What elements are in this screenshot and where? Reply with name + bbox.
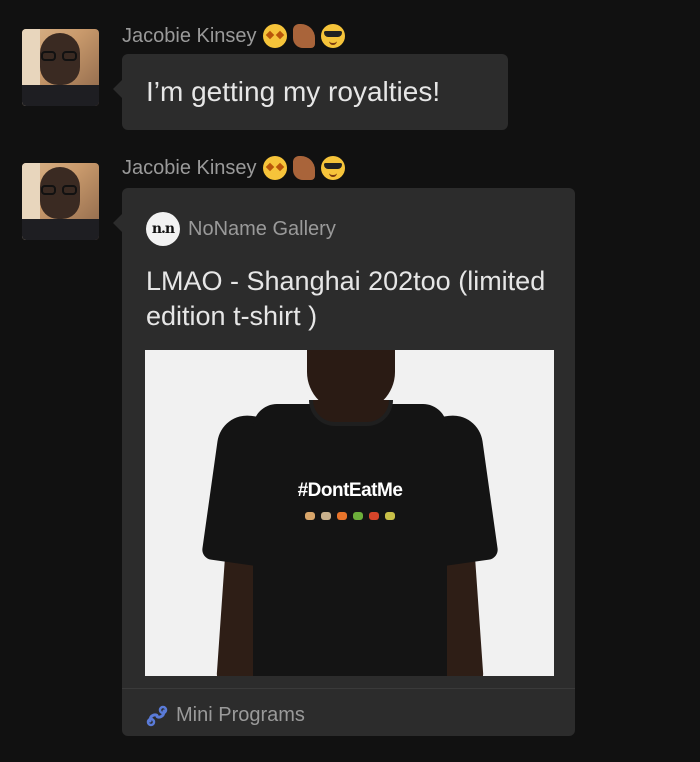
tshirt-print-text: #DontEatMe bbox=[297, 480, 403, 501]
mini-programs-label: Mini Programs bbox=[176, 704, 305, 726]
noname-gallery-logo-icon: n.n bbox=[146, 212, 180, 246]
star-struck-emoji-icon bbox=[262, 24, 287, 48]
avatar[interactable] bbox=[22, 29, 99, 106]
flexed-biceps-emoji-icon bbox=[292, 156, 315, 180]
message-text: I’m getting my royalties! bbox=[146, 76, 441, 107]
card-source: n.n NoName Gallery bbox=[146, 212, 336, 246]
chat-conversation: Jacobie Kinsey I’m getting my royalties!… bbox=[0, 0, 700, 762]
avatar[interactable] bbox=[22, 163, 99, 240]
product-image[interactable]: #DontEatMe bbox=[145, 350, 554, 676]
tshirt-collar bbox=[309, 400, 393, 426]
card-title: LMAO - Shanghai 202too (limited edition … bbox=[146, 266, 546, 331]
sender-name: Jacobie Kinsey bbox=[122, 24, 345, 48]
card-footer[interactable]: Mini Programs bbox=[146, 704, 305, 727]
sender-name-label: Jacobie Kinsey bbox=[122, 24, 257, 47]
sender-name: Jacobie Kinsey bbox=[122, 156, 345, 180]
sunglasses-emoji-icon bbox=[320, 24, 345, 48]
mini-program-card[interactable]: n.n NoName Gallery LMAO - Shanghai 202to… bbox=[113, 188, 575, 736]
tshirt bbox=[253, 404, 447, 676]
flexed-biceps-emoji-icon bbox=[292, 24, 315, 48]
star-struck-emoji-icon bbox=[262, 156, 287, 180]
message-bubble[interactable]: I’m getting my royalties! bbox=[113, 54, 508, 130]
sender-name-label: Jacobie Kinsey bbox=[122, 156, 257, 179]
card-source-name: NoName Gallery bbox=[188, 217, 336, 240]
sunglasses-emoji-icon bbox=[320, 156, 345, 180]
tshirt-print-food-icons bbox=[305, 512, 395, 522]
card-divider bbox=[122, 688, 575, 689]
mini-programs-icon bbox=[146, 705, 168, 727]
